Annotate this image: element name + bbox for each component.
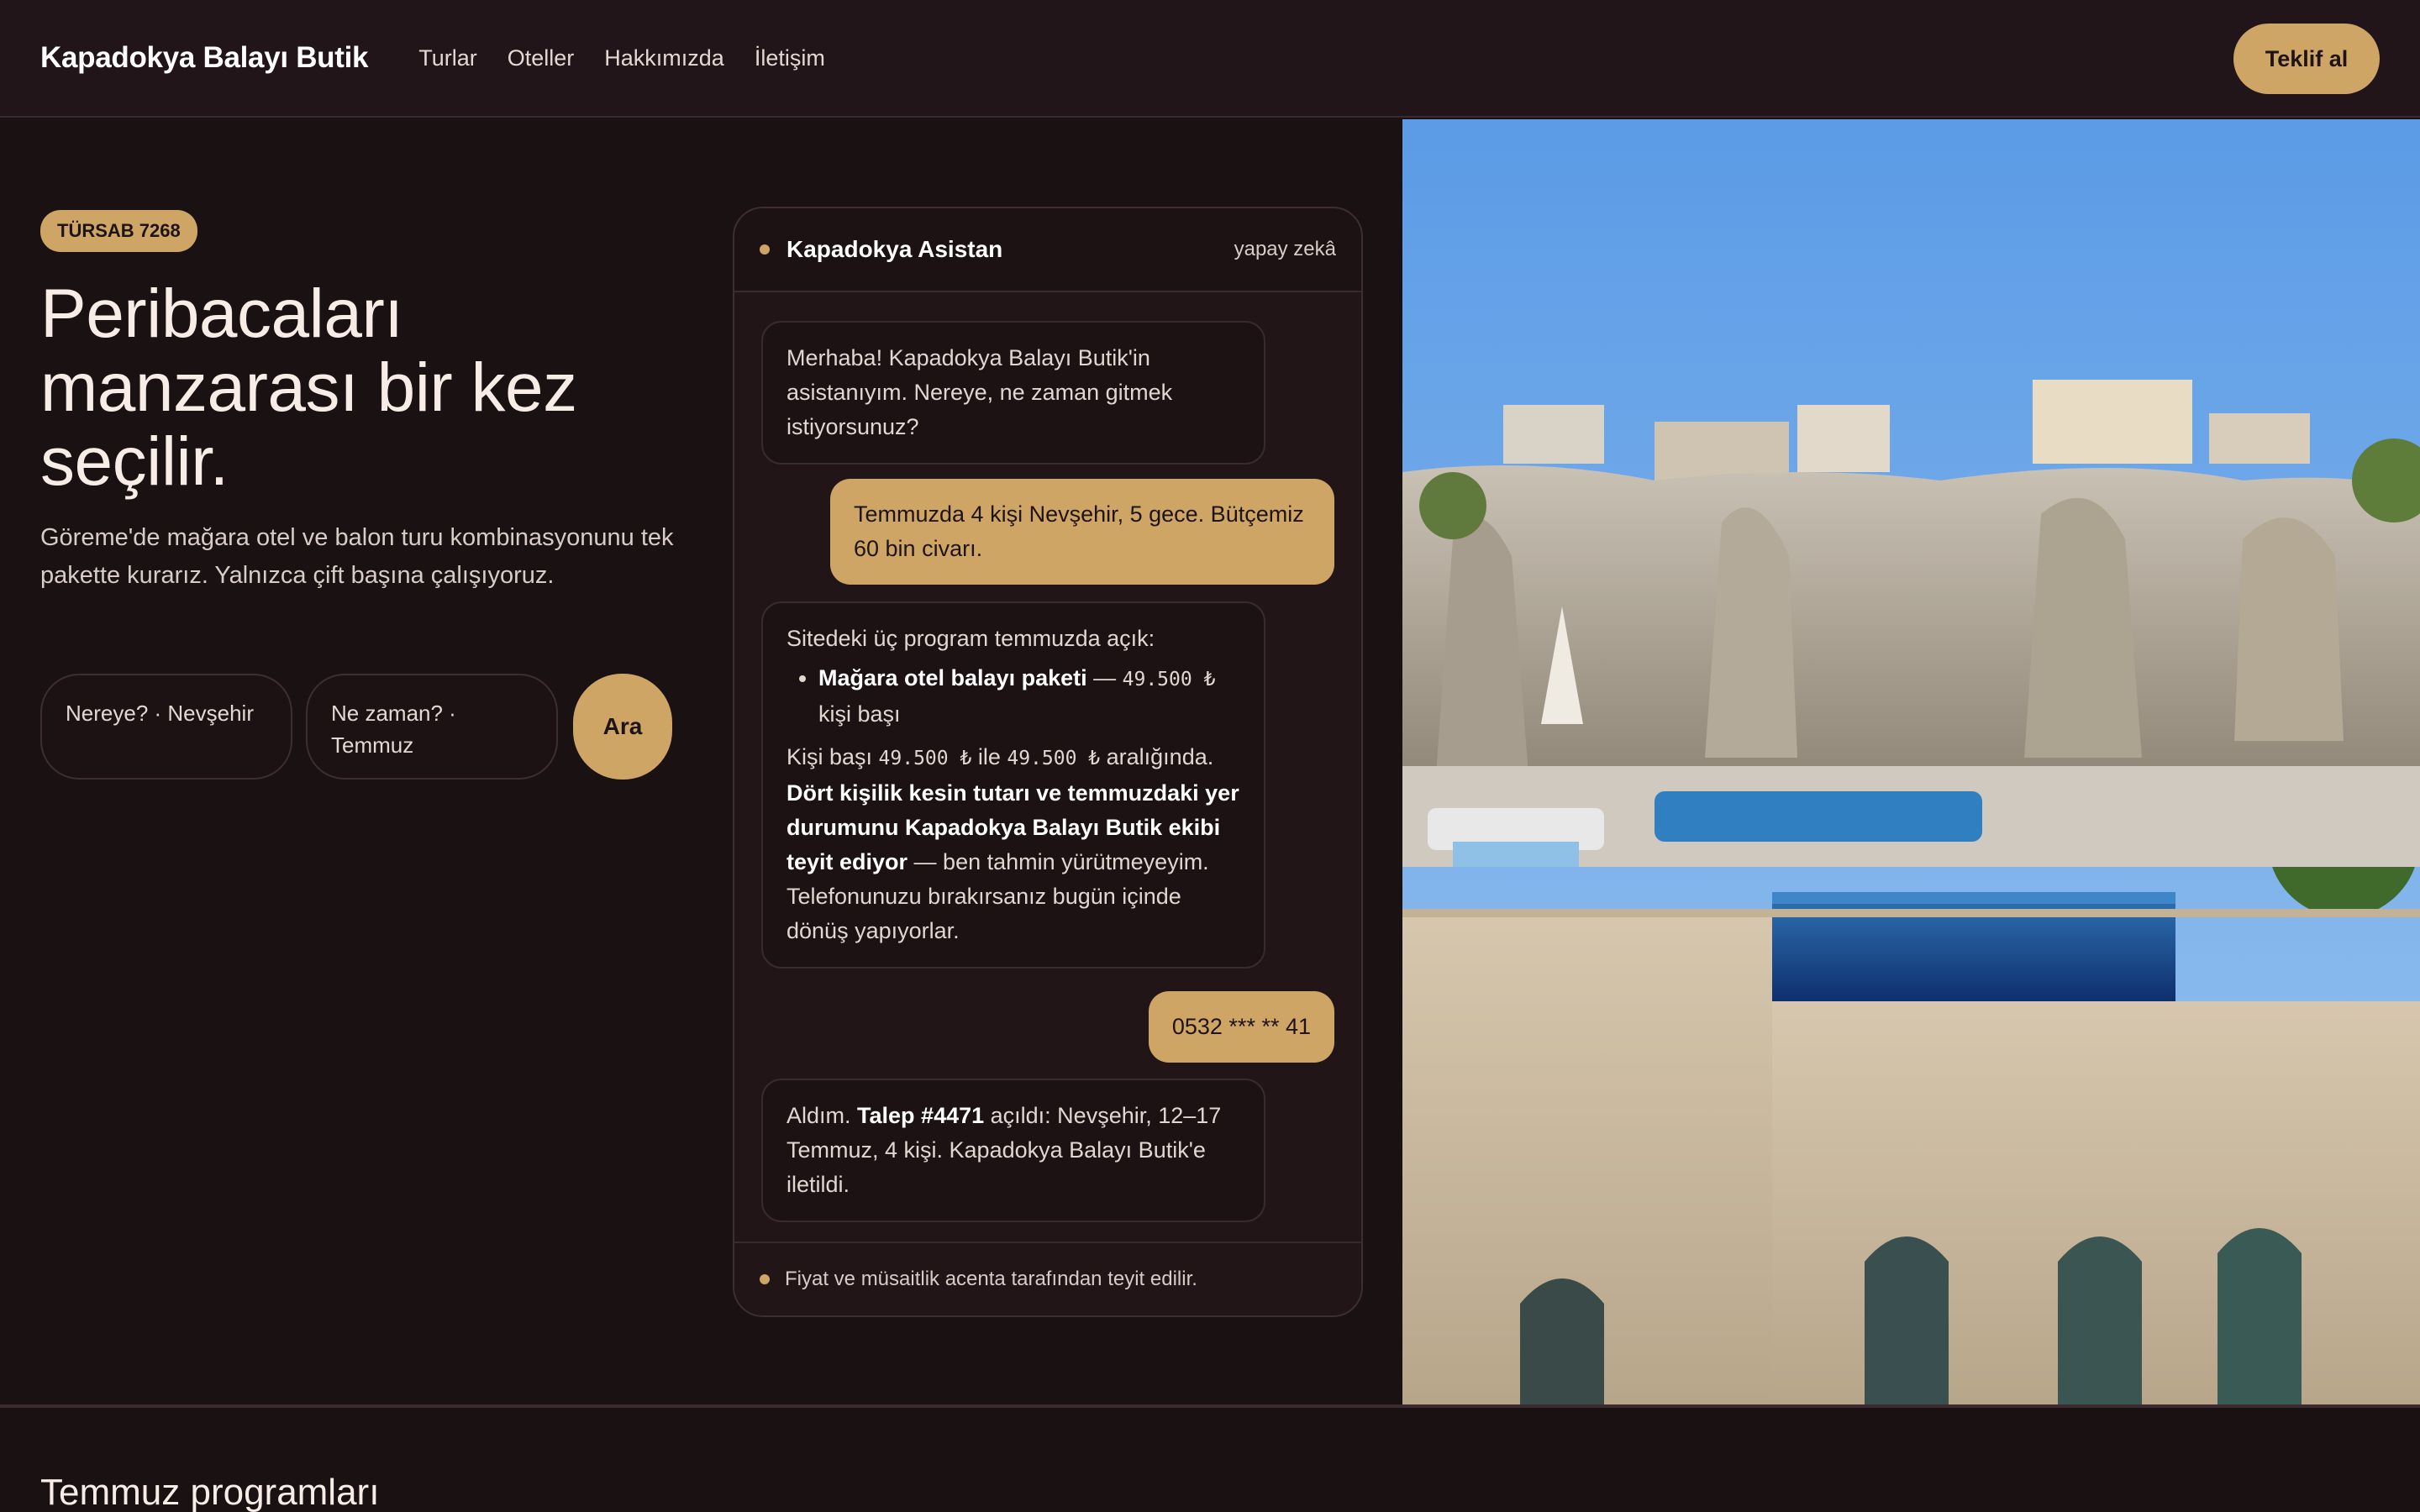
message-body: Kişi başı 49.500 ₺ ile 49.500 ₺ aralığın…: [786, 744, 1239, 943]
status-dot-icon: [760, 244, 770, 255]
message-text: Merhaba! Kapadokya Balayı Butik'in asist…: [786, 345, 1173, 439]
hero-headline: Peribacaları manzarası bir kez seçilir.: [40, 276, 577, 500]
program-name: Mağara otel balayı paketi: [818, 665, 1087, 690]
nav-link-about[interactable]: Hakkımızda: [604, 45, 724, 71]
disclaimer-text: Fiyat ve müsaitlik acenta tarafından tey…: [785, 1268, 1197, 1290]
brand-logo[interactable]: Kapadokya Balayı Butik: [40, 41, 369, 75]
price-low: 49.500 ₺: [878, 748, 972, 769]
chat-header: Kapadokya Asistan yapay zekâ: [734, 208, 1361, 292]
price-high: 49.500 ₺: [1007, 748, 1101, 769]
chat-title: Kapadokya Asistan: [786, 236, 1003, 262]
cave-hotel-pool-image: [1402, 119, 2420, 1404]
message-intro: Sitedeki üç program temmuzda açık:: [786, 626, 1155, 651]
hero-photo: [1402, 119, 2420, 1404]
ai-tag: yapay zekâ: [1234, 238, 1336, 260]
nav-link-contact[interactable]: İletişim: [755, 45, 825, 71]
july-programs-heading: Temmuz programları: [40, 1472, 380, 1512]
chat-message-bot: Merhaba! Kapadokya Balayı Butik'in asist…: [761, 321, 1265, 465]
request-id: Talep #4471: [857, 1103, 985, 1128]
main-nav: Turlar Oteller Hakkımızda İletişim: [418, 45, 825, 71]
chat-message-user: Temmuzda 4 kişi Nevşehir, 5 gece. Bütçem…: [830, 479, 1334, 585]
program-price: 49.500 ₺: [1122, 669, 1216, 690]
chat-footer: Fiyat ve müsaitlik acenta tarafından tey…: [734, 1242, 1361, 1315]
message-text: Temmuzda 4 kişi Nevşehir, 5 gece. Bütçem…: [854, 501, 1304, 561]
hero-description: Göreme'de mağara otel ve balon turu komb…: [40, 524, 674, 589]
nav-link-tours[interactable]: Turlar: [418, 45, 477, 71]
search-button[interactable]: Ara: [573, 674, 672, 780]
tursab-badge: TÜRSAB 7268: [40, 210, 197, 252]
chat-message-bot: Sitedeki üç program temmuzda açık: Mağar…: [761, 601, 1265, 969]
section-divider: [0, 1404, 2420, 1408]
info-dot-icon: [760, 1274, 770, 1284]
destination-field[interactable]: Nereye? · Nevşehir: [40, 674, 292, 780]
program-list: Mağara otel balayı paketi — 49.500 ₺ kiş…: [818, 661, 1240, 732]
search-bar: Nereye? · Nevşehir Ne zaman? · Temmuz Ar…: [40, 674, 679, 780]
assistant-chat-panel: Kapadokya Asistan yapay zekâ Merhaba! Ka…: [733, 207, 1363, 1317]
chat-message-user: 0532 *** ** 41: [1148, 991, 1334, 1063]
nav-link-hotels[interactable]: Oteller: [508, 45, 575, 71]
list-item: Mağara otel balayı paketi — 49.500 ₺ kiş…: [818, 661, 1240, 732]
chat-message-bot: Aldım. Talep #4471 açıldı: Nevşehir, 12–…: [761, 1079, 1265, 1222]
phone-number-text: 0532 *** ** 41: [1171, 1014, 1311, 1039]
top-navigation-bar: Kapadokya Balayı Butik Turlar Oteller Ha…: [0, 0, 2420, 118]
get-quote-button[interactable]: Teklif al: [2233, 24, 2380, 94]
hero-intro: TÜRSAB 7268 Peribacaları manzarası bir k…: [40, 210, 679, 595]
date-field[interactable]: Ne zaman? · Temmuz: [306, 674, 558, 780]
